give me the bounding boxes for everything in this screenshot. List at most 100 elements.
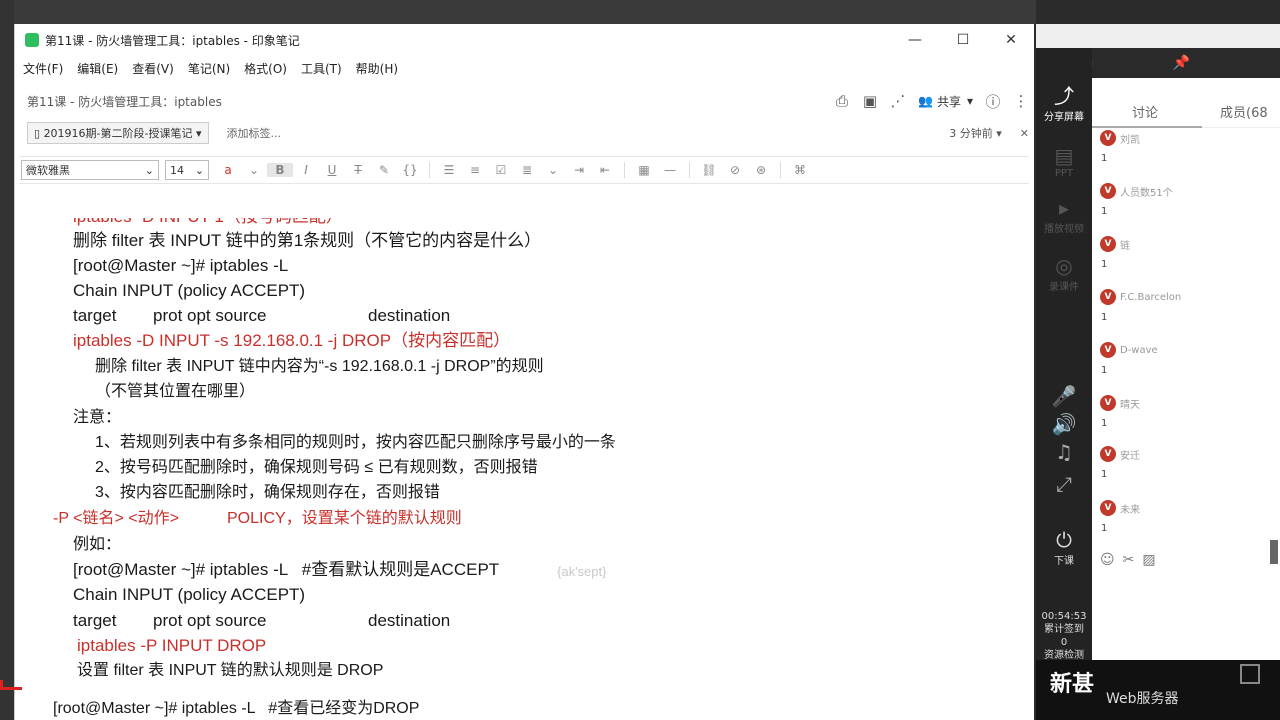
chat-message: V 刘凯 1 bbox=[1100, 130, 1276, 164]
play-video-button[interactable]: ▸ 播放视频 bbox=[1036, 196, 1092, 235]
font-size-select[interactable]: 14 ⌄ bbox=[165, 160, 209, 180]
share-screen-label: 分享屏幕 bbox=[1044, 112, 1084, 123]
tab-discuss[interactable]: 讨论 bbox=[1132, 102, 1158, 121]
note-line: target bbox=[73, 611, 117, 630]
record-icon[interactable]: ⊛ bbox=[748, 163, 774, 177]
toolbar-divider bbox=[429, 162, 430, 178]
table-icon[interactable]: ▦ bbox=[631, 163, 657, 177]
tab-members[interactable]: 成员(68 bbox=[1220, 102, 1268, 121]
more-tools-icon[interactable]: ⌘ bbox=[787, 163, 813, 177]
note-body[interactable]: iptables -D INPUT 1（按号码匹配） 删除 filter 表 I… bbox=[15, 184, 1025, 720]
notebook-name: 201916期-第二阶段-授课笔记 bbox=[43, 127, 193, 140]
code-icon[interactable]: {} bbox=[397, 163, 423, 177]
menu-view[interactable]: 查看(V) bbox=[132, 60, 174, 77]
chat-tabs: 讨论 成员(68 bbox=[1092, 78, 1280, 128]
notebook-icon: ▯ bbox=[34, 127, 41, 140]
music-button[interactable]: ♫ bbox=[1036, 440, 1092, 464]
share-network-icon[interactable]: ⋰ bbox=[884, 92, 912, 110]
menu-tools[interactable]: 工具(T) bbox=[301, 60, 342, 77]
share-screen-icon: ⤴ bbox=[1054, 84, 1074, 108]
menu-file[interactable]: 文件(F) bbox=[23, 60, 63, 77]
italic-icon[interactable]: I bbox=[293, 163, 319, 177]
chat-text: 1 bbox=[1101, 523, 1108, 534]
speaker-icon: 🔊 bbox=[1051, 412, 1077, 436]
desktop-top-strip bbox=[0, 0, 1036, 24]
note-line: 1、若规则列表中有多条相同的规则时，按内容匹配只删除序号最小的一条 bbox=[95, 434, 616, 451]
chat-panel: 讨论 成员(68 V 刘凯 1 V 人员数51个 1 V链 1 V F.C.Barce… bbox=[1092, 78, 1280, 720]
end-class-button[interactable]: ⏻ 下课 bbox=[1036, 528, 1092, 567]
note-line: 例如： bbox=[73, 536, 122, 553]
fullscreen-button[interactable]: ⤢ bbox=[1036, 472, 1092, 496]
chat-toolbar: ☺ ✂ ▨ bbox=[1100, 552, 1156, 568]
format-toolbar: 微软雅黑 ⌄ 14 ⌄ a ⌄ B I U T ✎ {} ☰ ≡ ☑ ≣ ⌄ ⇥ ⇤… bbox=[19, 156, 1029, 184]
scissors-icon[interactable]: ✂ bbox=[1123, 552, 1135, 568]
speaker-button[interactable]: 🔊 bbox=[1036, 412, 1092, 436]
chat-message: V 未来 1 bbox=[1100, 500, 1276, 534]
print-icon[interactable]: ⎙ bbox=[828, 92, 856, 110]
chat-scrollbar[interactable] bbox=[1270, 540, 1278, 564]
mic-button[interactable]: 🎤 bbox=[1036, 384, 1092, 408]
menu-format[interactable]: 格式(O) bbox=[244, 60, 287, 77]
strikethrough-icon[interactable]: T bbox=[345, 163, 371, 177]
ppt-label: PPT bbox=[1054, 168, 1074, 179]
note-line: prot opt source bbox=[153, 306, 267, 325]
share-screen-button[interactable]: ⤴ 分享屏幕 bbox=[1036, 84, 1092, 123]
modified-time[interactable]: 3 分钟前 ▾ bbox=[949, 125, 1002, 141]
note-line: 注意： bbox=[73, 409, 122, 426]
present-icon[interactable]: ▣ bbox=[856, 92, 884, 110]
collapse-icon[interactable]: ✕ bbox=[1020, 127, 1029, 140]
menu-help[interactable]: 帮助(H) bbox=[356, 60, 398, 77]
share-label: 共享 bbox=[936, 94, 961, 109]
outdent-icon[interactable]: ⇤ bbox=[592, 163, 618, 177]
ppt-button[interactable]: ▤ PPT bbox=[1036, 144, 1092, 179]
chat-text: 1 bbox=[1101, 365, 1108, 376]
font-color-icon[interactable]: a bbox=[215, 163, 241, 177]
highlight-icon[interactable]: ✎ bbox=[371, 163, 397, 177]
maximize-button[interactable]: ☐ bbox=[939, 24, 987, 56]
attach-icon[interactable]: ⊘ bbox=[722, 163, 748, 177]
align-icon[interactable]: ≣ bbox=[514, 163, 540, 177]
underline-icon[interactable]: U bbox=[319, 163, 345, 177]
close-button[interactable]: ✕ bbox=[987, 24, 1035, 56]
checkbox-icon[interactable]: ☑ bbox=[488, 163, 514, 177]
divider-line-icon[interactable]: — bbox=[657, 163, 683, 177]
numbered-list-icon[interactable]: ≡ bbox=[462, 163, 488, 177]
more-icon[interactable]: ⋮ bbox=[1007, 92, 1035, 110]
note-line: 删除 filter 表 INPUT 链中的第1条规则（不管它的内容是什么） bbox=[73, 231, 542, 250]
chat-username: D-wave bbox=[1120, 344, 1158, 356]
link-icon[interactable]: ⛓ bbox=[696, 163, 722, 177]
chat-username: F.C.Barcelon bbox=[1120, 291, 1182, 303]
play-video-icon: ▸ bbox=[1058, 196, 1070, 220]
info-icon[interactable]: ⓘ bbox=[979, 91, 1007, 112]
avatar: V bbox=[1100, 289, 1116, 305]
pin-icon[interactable]: 📌 bbox=[1173, 55, 1190, 71]
menu-edit[interactable]: 编辑(E) bbox=[77, 60, 118, 77]
fullscreen-icon: ⤢ bbox=[1056, 472, 1072, 496]
font-family-select[interactable]: 微软雅黑 ⌄ bbox=[21, 160, 159, 180]
menu-note[interactable]: 笔记(N) bbox=[188, 60, 230, 77]
notebook-selector[interactable]: ▯ 201916期-第二阶段-授课笔记 ▾ bbox=[27, 122, 209, 144]
bold-icon[interactable]: B bbox=[267, 163, 293, 177]
title-bar: 第11课 - 防火墙管理工具：iptables - 印象笔记 — ☐ ✕ bbox=[15, 24, 1035, 56]
notebook-row: ▯ 201916期-第二阶段-授课笔记 ▾ 添加标签... 3 分钟前 ▾ ✕ bbox=[15, 120, 1035, 146]
overlay-text: 新甚 bbox=[1050, 672, 1095, 697]
note-line: [root@Master ~]# iptables -L bbox=[73, 256, 289, 275]
emoji-icon[interactable]: ☺ bbox=[1100, 552, 1115, 568]
chat-username: 晴天 bbox=[1120, 399, 1140, 411]
indent-icon[interactable]: ⇥ bbox=[566, 163, 592, 177]
bullet-list-icon[interactable]: ☰ bbox=[436, 163, 462, 177]
record-button[interactable]: ◎ 录课件 bbox=[1036, 254, 1092, 293]
timer-value: 00:54:53 bbox=[1041, 611, 1087, 622]
add-tag-input[interactable]: 添加标签... bbox=[227, 125, 282, 141]
note-line: {ak'sept} bbox=[557, 564, 607, 579]
menu-bar: 文件(F) 编辑(E) 查看(V) 笔记(N) 格式(O) 工具(T) 帮助(H… bbox=[15, 56, 1035, 80]
note-line: （不管其位置在哪里） bbox=[95, 383, 256, 400]
chevron-down-icon[interactable]: ⌄ bbox=[241, 163, 267, 177]
share-button[interactable]: 👥 共享 ▾ bbox=[918, 93, 973, 110]
chat-text: 1 bbox=[1101, 312, 1108, 323]
minimize-button[interactable]: — bbox=[891, 24, 939, 56]
image-icon[interactable]: ▨ bbox=[1142, 552, 1155, 568]
note-line: destination bbox=[368, 611, 451, 630]
evernote-logo-icon bbox=[25, 33, 39, 47]
chevron-down-icon[interactable]: ⌄ bbox=[540, 163, 566, 177]
